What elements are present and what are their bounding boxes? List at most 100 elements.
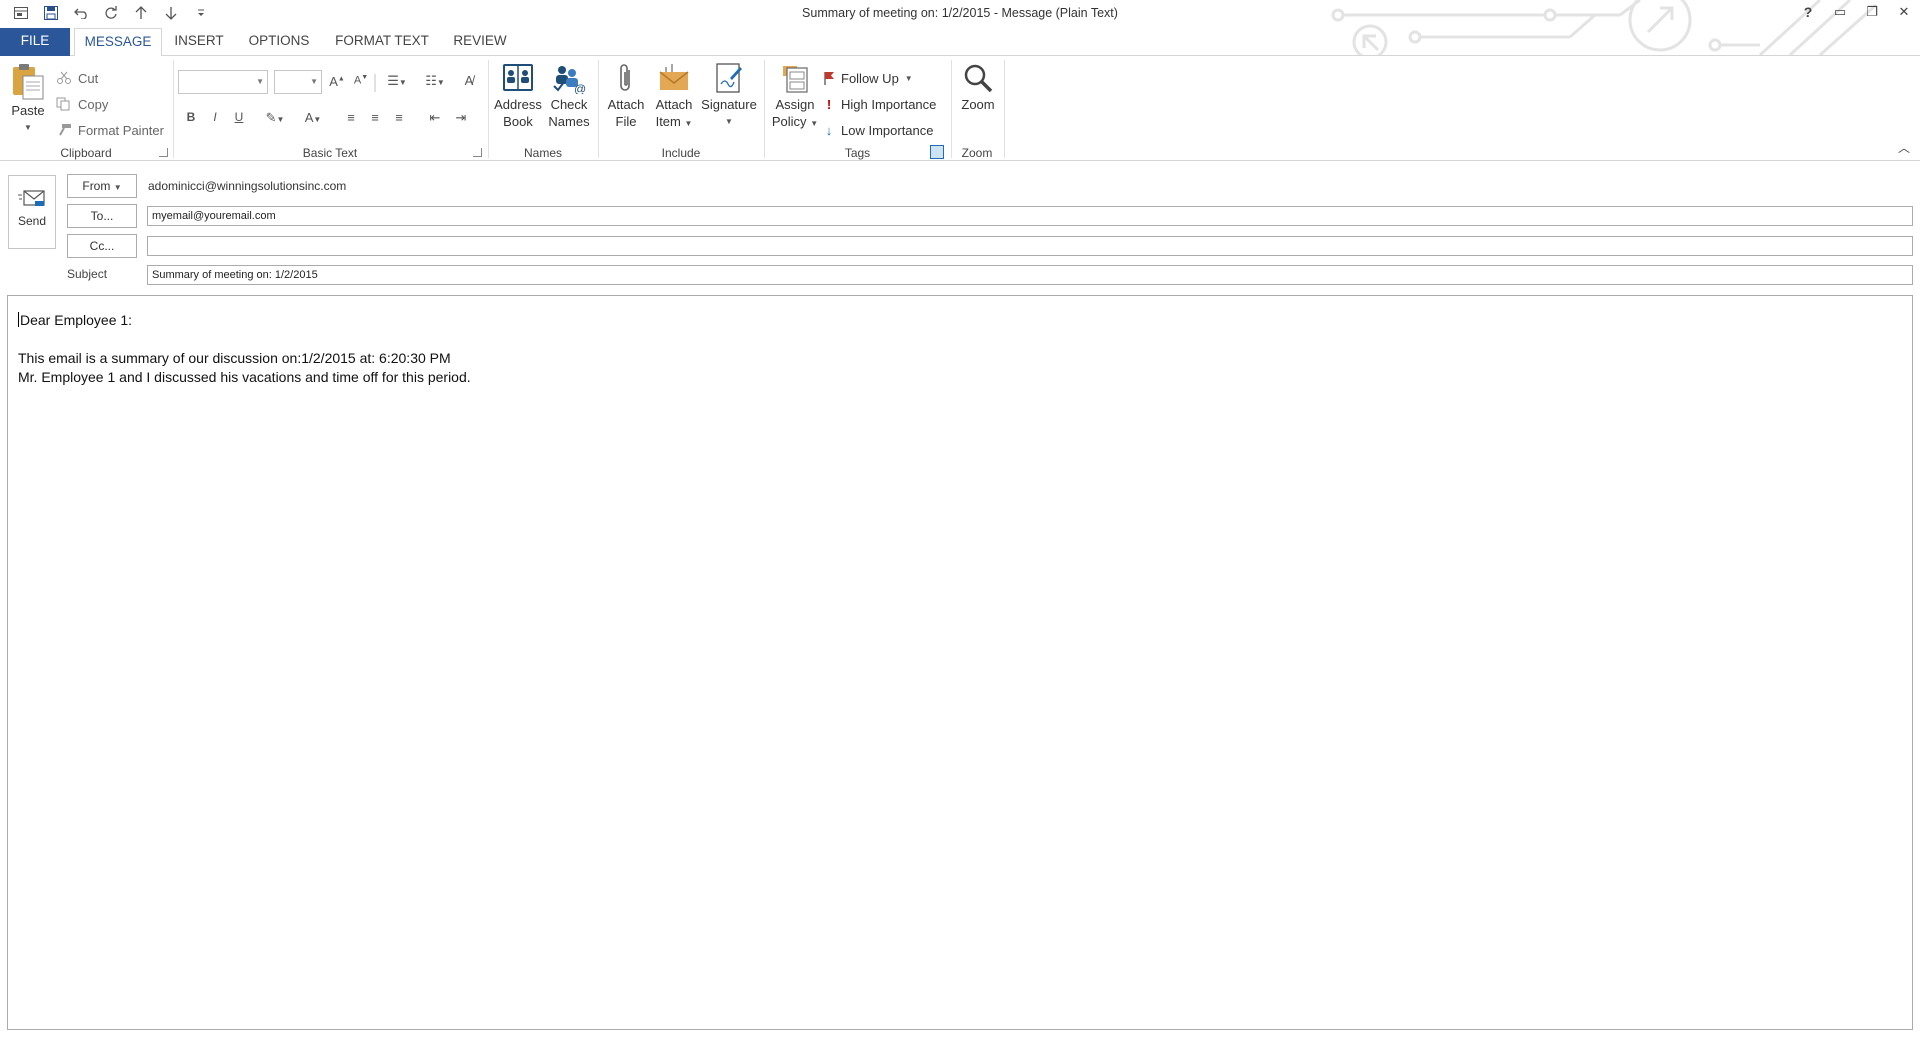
cut-button[interactable]: Cut (56, 68, 98, 88)
assign-policy-label-2: Policy (771, 114, 807, 129)
include-group: Attach File Attach Item ▼ Signature ▼ In… (599, 60, 763, 160)
down-arrow-icon: ↓ (825, 122, 833, 138)
cc-field[interactable] (147, 236, 1913, 256)
include-group-label: Include (661, 146, 701, 160)
shrink-font-icon[interactable]: A▼ (350, 74, 372, 87)
chevron-down-icon: ▼ (684, 119, 693, 128)
signature-button[interactable]: Signature ▼ (699, 62, 759, 130)
check-names-label-2: Names (548, 114, 590, 129)
basic-text-group: ▼ ▼ A▲ A▼ ☰▼ ☷▼ A̸ B I U ✎▼ A▼ ≡ ≡ ≡ ⇤ ⇥… (174, 60, 486, 160)
font-size-combo[interactable]: ▼ (274, 70, 322, 94)
assign-policy-label-1: Assign (775, 97, 815, 112)
from-button[interactable]: From ▼ (67, 174, 137, 198)
underline-button[interactable]: U (228, 110, 250, 124)
body-line: Mr. Employee 1 and I discussed his vacat… (18, 369, 471, 385)
flag-icon (824, 72, 834, 85)
attach-item-label-1: Attach (655, 97, 693, 112)
chevron-down-icon: ▼ (310, 77, 318, 86)
increase-indent-icon[interactable]: ⇥ (450, 110, 472, 126)
subject-field[interactable]: Summary of meeting on: 1/2/2015 (147, 265, 1913, 285)
decrease-indent-icon[interactable]: ⇤ (424, 110, 446, 126)
align-right-icon[interactable]: ≡ (388, 110, 410, 125)
attach-item-label-2: Item (655, 114, 681, 129)
check-names-label-1: Check (550, 97, 588, 112)
ribbon-tabs: FILE MESSAGE INSERT OPTIONS FORMAT TEXT … (0, 26, 1920, 57)
send-button[interactable]: Send (8, 175, 56, 249)
exclamation-icon: ! (826, 96, 832, 112)
italic-button[interactable]: I (204, 110, 226, 124)
group-divider (1004, 60, 1005, 158)
clear-formatting-icon[interactable]: A̸ (458, 73, 480, 88)
low-importance-label: Low Importance (841, 122, 934, 138)
clipboard-launcher-icon[interactable] (159, 148, 168, 157)
text-cursor (18, 312, 19, 327)
help-button[interactable]: ? (1792, 0, 1824, 24)
assign-policy-icon (783, 66, 808, 93)
tab-options[interactable]: OPTIONS (242, 28, 316, 56)
scissors-icon (57, 71, 71, 84)
chevron-down-icon: ▼ (113, 183, 122, 192)
align-left-icon[interactable]: ≡ (340, 110, 362, 125)
message-header: Send From ▼ adominicci@winningsolutionsi… (0, 161, 1920, 291)
low-importance-button[interactable]: ↓ Low Importance (823, 120, 934, 140)
zoom-label: Zoom (961, 97, 995, 112)
divider (374, 74, 376, 92)
tab-review[interactable]: REVIEW (448, 28, 512, 56)
basic-text-launcher-icon[interactable] (473, 148, 482, 157)
signature-icon (716, 63, 742, 93)
tab-file[interactable]: FILE (0, 28, 70, 56)
basic-text-group-label: Basic Text (302, 146, 358, 160)
bullets-icon[interactable]: ☰▼ (380, 73, 414, 89)
cut-label: Cut (78, 70, 99, 86)
chevron-down-icon: ▼ (904, 73, 913, 83)
grow-font-icon[interactable]: A▲ (326, 74, 348, 89)
chevron-down-icon: ▼ (24, 123, 32, 132)
address-book-button[interactable]: Address Book (493, 62, 543, 130)
follow-up-label: Follow Up (841, 70, 899, 86)
paste-button[interactable]: Paste ▼ (6, 62, 50, 136)
attach-file-button[interactable]: Attach File (605, 62, 647, 130)
tab-insert[interactable]: INSERT (170, 28, 228, 56)
bold-button[interactable]: B (180, 110, 202, 124)
address-book-label-2: Book (503, 114, 533, 129)
ribbon-display-options-button[interactable]: ▭ (1824, 0, 1856, 24)
attach-item-button[interactable]: Attach Item ▼ (651, 62, 697, 132)
tab-format-text[interactable]: FORMAT TEXT (330, 28, 434, 56)
format-painter-button[interactable]: Format Painter (56, 120, 164, 140)
body-line (18, 330, 1902, 349)
body-line: Dear Employee 1: (18, 311, 1902, 330)
address-book-label-1: Address (494, 97, 542, 112)
paste-label: Paste (11, 103, 45, 118)
align-center-icon[interactable]: ≡ (364, 110, 386, 125)
high-importance-label: High Importance (841, 96, 937, 112)
tags-group: Assign Policy ▼ Follow Up ▼ ! High Impor… (765, 60, 950, 160)
paste-icon (13, 64, 44, 100)
clipboard-group-label: Clipboard (60, 146, 112, 160)
message-body[interactable]: Dear Employee 1: This email is a summary… (7, 295, 1913, 1030)
copy-button[interactable]: Copy (56, 94, 108, 114)
subject-label: Subject (67, 267, 108, 281)
check-names-button[interactable]: @ Check Names (545, 62, 593, 130)
collapse-ribbon-icon[interactable]: ︿ (1898, 139, 1910, 156)
follow-up-button[interactable]: Follow Up ▼ (823, 68, 913, 88)
tags-launcher-icon[interactable] (930, 145, 944, 159)
numbering-icon[interactable]: ☷▼ (418, 73, 452, 89)
to-button[interactable]: To... (67, 204, 137, 228)
close-button[interactable]: ✕ (1888, 0, 1920, 24)
cc-button[interactable]: Cc... (67, 234, 137, 258)
assign-policy-button[interactable]: Assign Policy ▼ (769, 62, 821, 132)
clipboard-group: Paste ▼ Cut Copy Format Painter Clipboar… (0, 60, 172, 160)
restore-button[interactable]: ❐ (1856, 0, 1888, 24)
paintbrush-icon (59, 124, 71, 136)
high-importance-button[interactable]: ! High Importance (823, 94, 937, 114)
copy-icon (56, 97, 70, 111)
names-group-label: Names (523, 146, 562, 160)
highlight-color-icon[interactable]: ✎▼ (258, 110, 292, 126)
zoom-button[interactable]: Zoom (956, 62, 1000, 113)
font-color-icon[interactable]: A▼ (296, 110, 330, 125)
magnifier-icon (964, 64, 993, 93)
from-value: adominicci@winningsolutionsinc.com (148, 179, 347, 193)
font-name-combo[interactable]: ▼ (178, 70, 268, 94)
tab-message[interactable]: MESSAGE (74, 28, 162, 57)
to-field[interactable]: myemail@youremail.com (147, 206, 1913, 226)
